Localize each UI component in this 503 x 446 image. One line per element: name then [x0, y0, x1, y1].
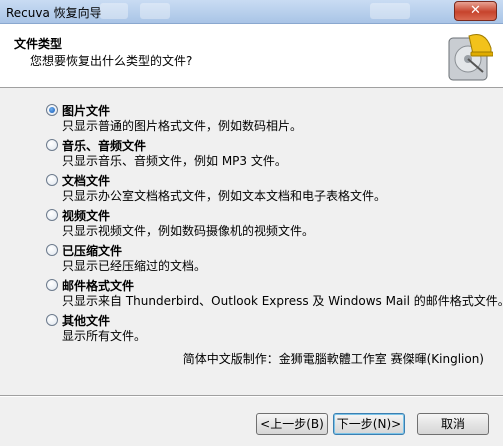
option-desc: 只显示办公室文档格式文件，例如文本文档和电子表格文件。 — [62, 189, 387, 203]
page-subtitle: 您想要恢复出什么类型的文件? — [30, 54, 193, 68]
options-panel: 图片文件 只显示普通的图片格式文件，例如数码相片。 音乐、音频文件 只显示音乐、… — [0, 88, 503, 388]
radio-email[interactable] — [46, 279, 58, 291]
footer-divider — [0, 395, 503, 397]
radio-documents[interactable] — [46, 174, 58, 186]
option-desc: 只显示视频文件，例如数码摄像机的视频文件。 — [62, 224, 315, 238]
option-desc: 只显示已经压缩过的文档。 — [62, 259, 207, 273]
option-desc: 只显示普通的图片格式文件，例如数码相片。 — [62, 119, 303, 133]
radio-music[interactable] — [46, 139, 58, 151]
radio-video[interactable] — [46, 209, 58, 221]
radio-other[interactable] — [46, 314, 58, 326]
title-bar-blur — [140, 3, 170, 19]
translation-credit: 简体中文版制作：金狮電腦軟體工作室 赛傑暉(Kinglion) — [182, 352, 484, 366]
title-bar[interactable]: Recuva 恢复向导 ✕ — [0, 0, 503, 24]
wizard-header: 文件类型 您想要恢复出什么类型的文件? — [0, 24, 503, 88]
hard-drive-hardhat-icon — [448, 34, 493, 81]
page-title: 文件类型 — [14, 37, 63, 51]
window-title: Recuva 恢复向导 — [6, 6, 102, 20]
option-desc: 只显示来自 Thunderbird、Outlook Express 及 Wind… — [62, 294, 503, 308]
option-desc: 只显示音乐、音频文件，例如 MP3 文件。 — [62, 154, 287, 168]
radio-pictures[interactable] — [46, 104, 58, 116]
close-button[interactable]: ✕ — [454, 1, 497, 21]
title-bar-blur — [100, 3, 128, 19]
radio-compressed[interactable] — [46, 244, 58, 256]
option-desc: 显示所有文件。 — [62, 329, 147, 343]
title-bar-blur — [370, 3, 410, 19]
cancel-button[interactable]: 取消 — [417, 413, 489, 435]
back-button[interactable]: <上一步(B) — [256, 413, 328, 435]
next-button[interactable]: 下一步(N)> — [333, 413, 405, 435]
